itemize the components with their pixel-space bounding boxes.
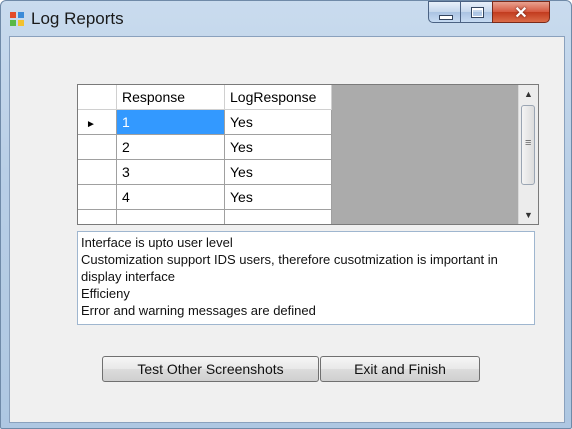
notes-line: Error and warning messages are defined (81, 303, 316, 318)
grid-vertical-scrollbar[interactable]: ▲ ≡ ▼ (518, 85, 538, 224)
table-row[interactable]: 4 Yes (78, 184, 332, 210)
logresponse-cell[interactable]: Yes (224, 184, 332, 210)
notes-textbox[interactable]: Interface is upto user level Customizati… (77, 231, 535, 325)
row-header[interactable] (78, 184, 117, 210)
response-cell[interactable]: 4 (116, 184, 225, 210)
logresponse-cell[interactable]: Yes (224, 134, 332, 160)
logresponse-cell[interactable] (224, 209, 332, 224)
minimize-button[interactable] (428, 1, 461, 23)
arrow-down-icon: ▼ (524, 210, 533, 220)
table-row[interactable]: ► 1 Yes (78, 109, 332, 135)
table-row[interactable]: 2 Yes (78, 134, 332, 160)
column-header-logresponse[interactable]: LogResponse (224, 85, 332, 110)
new-row[interactable]: * (78, 209, 332, 225)
log-reports-window: Log Reports ✕ Response LogResponse ► 1 Y… (0, 0, 572, 429)
scroll-up-button[interactable]: ▲ (519, 85, 538, 103)
logresponse-cell[interactable]: Yes (224, 109, 332, 135)
close-button[interactable]: ✕ (492, 1, 550, 23)
grip-icon: ≡ (525, 137, 532, 149)
notes-line: Efficieny (81, 286, 130, 301)
response-cell[interactable]: 2 (116, 134, 225, 160)
maximize-button[interactable] (460, 1, 493, 23)
row-header[interactable] (78, 159, 117, 185)
windows-form-icon (10, 12, 24, 26)
arrow-up-icon: ▲ (524, 89, 533, 99)
close-icon: ✕ (514, 5, 528, 22)
test-other-screenshots-button[interactable]: Test Other Screenshots (102, 356, 319, 382)
grid-corner-header[interactable] (78, 85, 117, 110)
response-cell[interactable]: 1 (116, 109, 225, 135)
column-header-response[interactable]: Response (116, 85, 225, 110)
grid-header-row: Response LogResponse (78, 85, 332, 110)
table-row[interactable]: 3 Yes (78, 159, 332, 185)
response-cell[interactable]: 3 (116, 159, 225, 185)
row-header[interactable]: ► (78, 109, 117, 135)
form-client-area: Response LogResponse ► 1 Yes 2 Yes 3 Yes (9, 36, 565, 423)
grid-table: Response LogResponse ► 1 Yes 2 Yes 3 Yes (78, 85, 332, 225)
notes-line: Customization support IDS users, therefo… (81, 252, 498, 284)
response-cell[interactable] (116, 209, 225, 224)
window-title: Log Reports (31, 9, 124, 28)
scroll-thumb[interactable]: ≡ (521, 105, 535, 185)
response-data-grid[interactable]: Response LogResponse ► 1 Yes 2 Yes 3 Yes (77, 84, 539, 225)
row-header[interactable] (78, 134, 117, 160)
notes-line: Interface is upto user level (81, 235, 233, 250)
row-header[interactable]: * (78, 209, 117, 225)
logresponse-cell[interactable]: Yes (224, 159, 332, 185)
new-row-indicator-icon: * (84, 222, 90, 225)
exit-and-finish-button[interactable]: Exit and Finish (320, 356, 480, 382)
minimize-icon (439, 15, 453, 20)
maximize-icon (471, 7, 484, 18)
scroll-down-button[interactable]: ▼ (519, 206, 538, 224)
current-row-indicator-icon: ► (86, 119, 96, 130)
title-bar[interactable]: Log Reports ✕ (1, 1, 571, 36)
